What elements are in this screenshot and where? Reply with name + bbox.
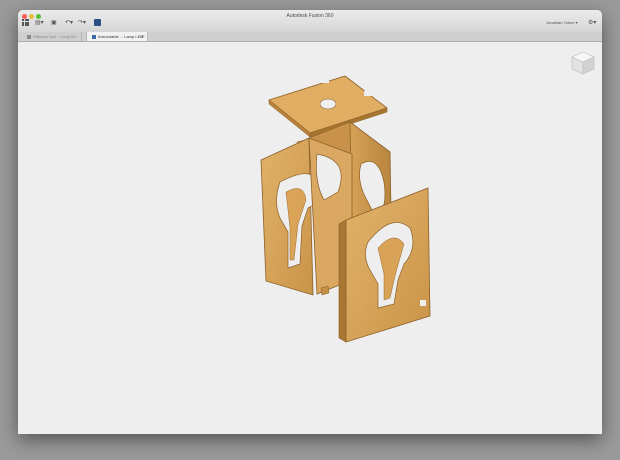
redo-button[interactable]: ↷▾: [78, 19, 86, 27]
save-button[interactable]: ▣: [51, 19, 57, 27]
title-bar: Autodesk Fusion 360 ▤▾ ▣ ↶▾ ↷▾ Jonathan …: [18, 10, 602, 33]
user-menu[interactable]: Jonathan Odom ▾: [546, 20, 578, 25]
redo-icon: ↷▾: [78, 20, 87, 26]
undo-icon: ↶▾: [65, 20, 74, 26]
undo-button[interactable]: ↶▾: [65, 19, 73, 27]
file-menu-button[interactable]: ▤▾: [35, 19, 44, 27]
close-tab-icon[interactable]: ✕: [141, 32, 144, 41]
grid-icon[interactable]: [22, 19, 29, 26]
file-icon: ▤▾: [35, 20, 44, 26]
tab-label: Instructable ... Lamp LED*: [98, 34, 145, 39]
3d-viewport[interactable]: [18, 42, 602, 434]
app-window: Autodesk Fusion 360 ▤▾ ▣ ↶▾ ↷▾ Jonathan …: [18, 10, 602, 434]
back-left-panel[interactable]: [260, 137, 319, 296]
tab-instructable-lamp[interactable]: Instructable ... Lamp LED* ✕: [86, 32, 148, 41]
tab-williams-lamp[interactable]: Williams Sail... Lamp BU v5: [22, 32, 82, 48]
document-tab-bar: Williams Sail... Lamp BU v5 Instructable…: [18, 32, 602, 48]
document-icon: [92, 34, 96, 39]
save-icon: ▣: [51, 20, 57, 26]
window-title: Autodesk Fusion 360: [286, 13, 334, 19]
help-icon[interactable]: ⚙▾: [588, 19, 596, 26]
document-icon: [27, 34, 31, 39]
data-panel-icon[interactable]: [94, 19, 101, 26]
lid-panel[interactable]: [268, 75, 388, 138]
lamp-model[interactable]: [18, 42, 602, 434]
